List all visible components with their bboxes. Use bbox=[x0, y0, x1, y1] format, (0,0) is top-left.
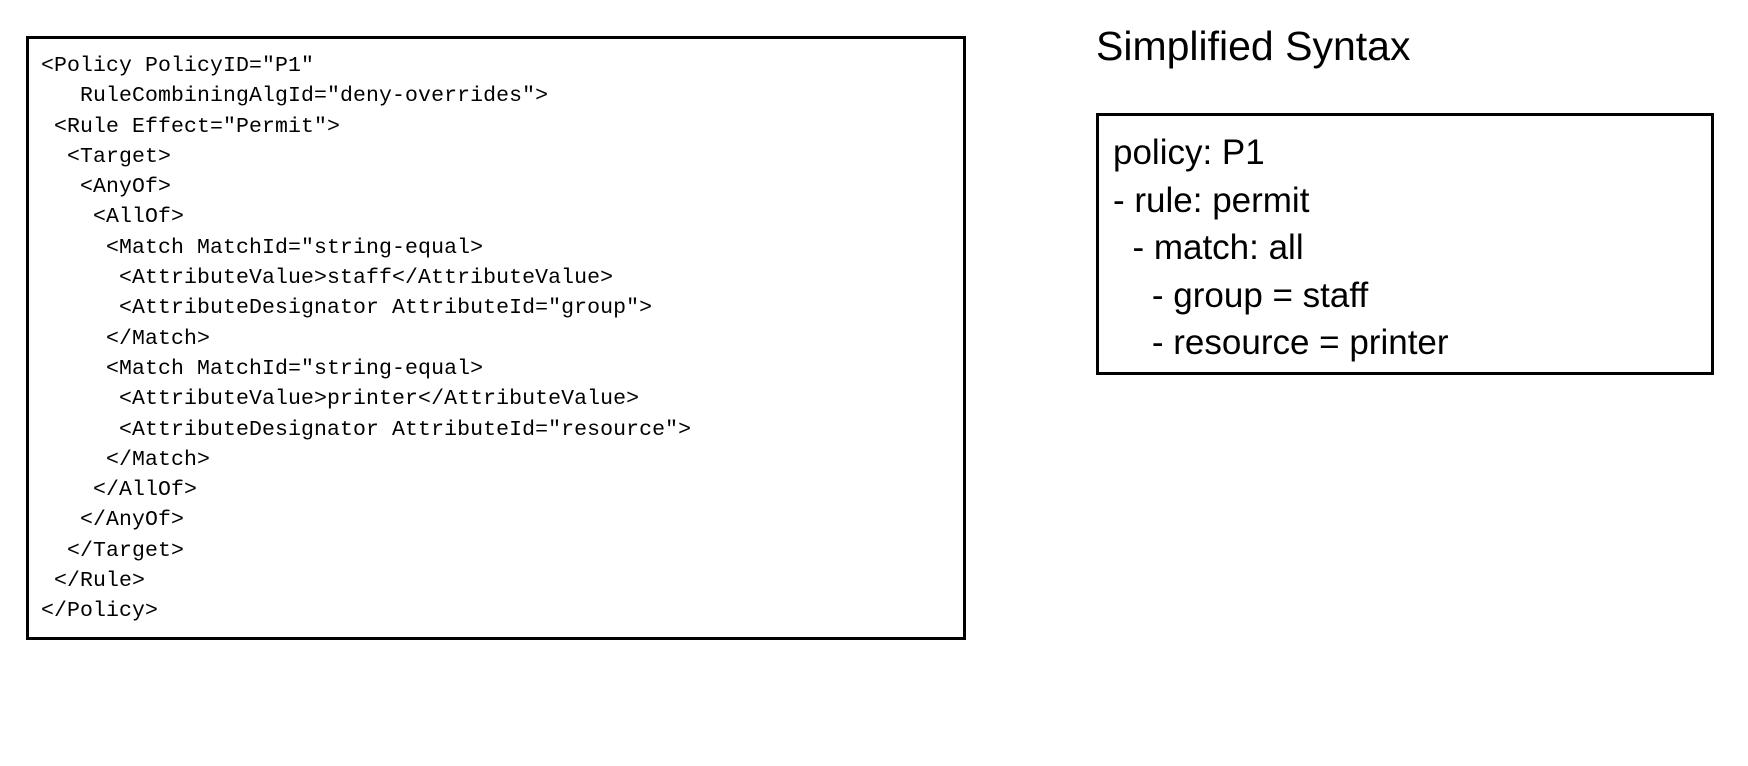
simplified-syntax-panel: Simplified Syntax policy: P1 - rule: per… bbox=[1096, 22, 1736, 382]
simplified-syntax-title: Simplified Syntax bbox=[1096, 23, 1411, 69]
simplified-syntax-box: policy: P1 - rule: permit - match: all -… bbox=[1096, 113, 1714, 375]
xacml-policy-box: <Policy PolicyID="P1" RuleCombiningAlgId… bbox=[26, 36, 966, 640]
xacml-policy-code: <Policy PolicyID="P1" RuleCombiningAlgId… bbox=[41, 54, 692, 624]
simplified-syntax-code: policy: P1 - rule: permit - match: all -… bbox=[1113, 133, 1449, 362]
